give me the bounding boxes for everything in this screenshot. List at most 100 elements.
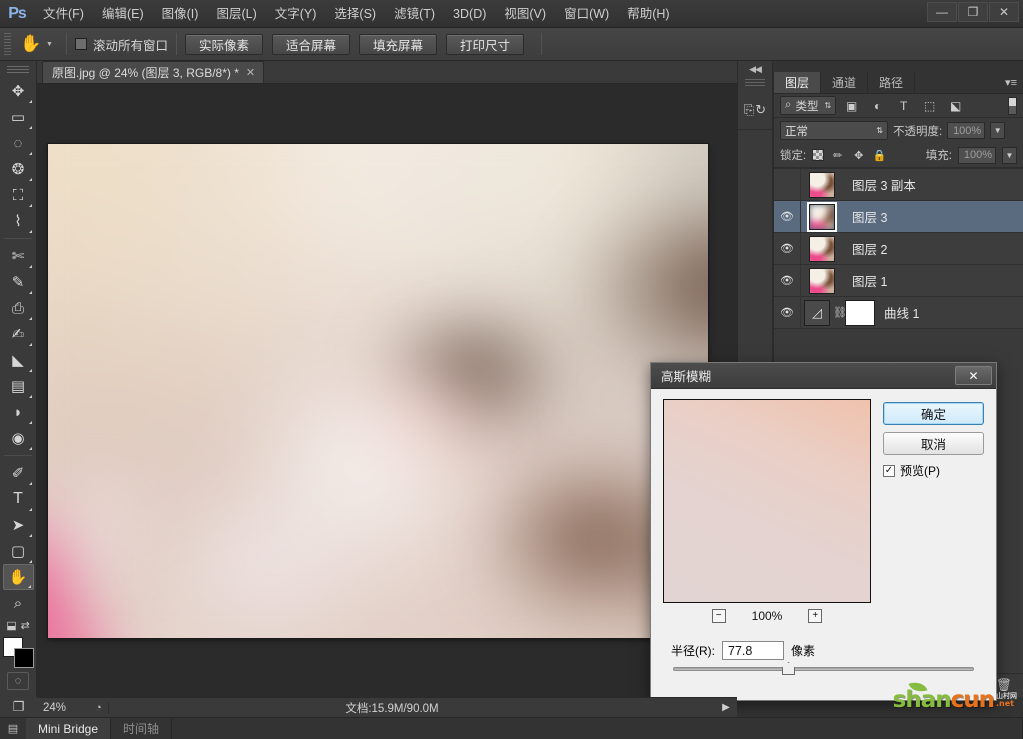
menu-3d[interactable]: 3D(D) bbox=[444, 2, 495, 26]
tool-preset-chevron-down-icon[interactable]: ▼ bbox=[46, 41, 53, 48]
screen-mode-icon[interactable]: ❐ bbox=[0, 697, 37, 717]
filter-pixel-icon[interactable]: ▣ bbox=[841, 96, 862, 115]
pen-tool[interactable]: ✐ bbox=[3, 460, 34, 486]
menu-select[interactable]: 选择(S) bbox=[325, 2, 385, 26]
menu-help[interactable]: 帮助(H) bbox=[618, 2, 678, 26]
layer-thumbnail[interactable] bbox=[809, 267, 835, 294]
eye-icon[interactable]: 👁 bbox=[780, 210, 794, 223]
menu-type[interactable]: 文字(Y) bbox=[266, 2, 326, 26]
print-size-button[interactable]: 打印尺寸 bbox=[446, 33, 525, 55]
dialog-title-bar[interactable]: 高斯模糊 ✕ bbox=[651, 363, 996, 389]
menu-view[interactable]: 视图(V) bbox=[495, 2, 555, 26]
dodge-tool[interactable]: ◉ bbox=[3, 425, 34, 451]
status-menu-icon[interactable]: ▶ bbox=[715, 702, 737, 713]
chevron-updown-icon[interactable]: ⇅ bbox=[876, 126, 883, 135]
radius-slider[interactable] bbox=[651, 660, 996, 675]
lock-all-icon[interactable]: 🔒 bbox=[872, 148, 887, 163]
layer-thumbnail[interactable] bbox=[807, 201, 837, 232]
preview-checkbox[interactable]: ✓ 预览(P) bbox=[883, 462, 984, 479]
brush-tool[interactable]: ✎ bbox=[3, 269, 34, 295]
layer-thumbnail[interactable] bbox=[809, 171, 835, 198]
zoom-level[interactable]: 24% bbox=[37, 702, 89, 714]
eyedropper-tool[interactable]: ⌇ bbox=[3, 208, 34, 234]
lock-image-icon[interactable]: ✏ bbox=[830, 148, 845, 163]
layer-name[interactable]: 图层 3 bbox=[843, 207, 1023, 226]
menu-layer[interactable]: 图层(L) bbox=[207, 2, 265, 26]
move-tool[interactable]: ✥ bbox=[3, 78, 34, 104]
filter-toggle-switch[interactable] bbox=[1008, 96, 1017, 115]
rectangle-tool[interactable]: ▢ bbox=[3, 538, 34, 564]
minimize-icon[interactable]: — bbox=[927, 2, 957, 22]
lock-position-icon[interactable]: ✥ bbox=[851, 148, 866, 163]
path-selection-tool[interactable]: ➤ bbox=[3, 512, 34, 538]
zoom-out-icon[interactable]: − bbox=[711, 609, 726, 623]
tab-channels[interactable]: 通道 bbox=[821, 72, 869, 93]
menu-image[interactable]: 图像(I) bbox=[153, 2, 208, 26]
menu-file[interactable]: 文件(F) bbox=[34, 2, 93, 26]
layer-name[interactable]: 曲线 1 bbox=[875, 303, 1023, 322]
hand-tool-icon[interactable]: ✋ bbox=[16, 31, 46, 57]
table-row[interactable]: 👁 ◿ ⛓ 曲线 1 bbox=[774, 297, 1023, 329]
panel-menu-icon[interactable]: ▾≡ bbox=[1005, 76, 1017, 89]
quick-mask-icon[interactable]: ◌ bbox=[7, 672, 29, 690]
eye-icon[interactable]: 👁 bbox=[780, 306, 794, 319]
mask-link-icon[interactable]: ⛓ bbox=[833, 306, 847, 319]
filter-adjustment-icon[interactable]: ◐ bbox=[867, 96, 888, 115]
filter-shape-icon[interactable]: ⬚ bbox=[919, 96, 940, 115]
gradient-tool[interactable]: ▤ bbox=[3, 373, 34, 399]
table-row[interactable]: 👁 图层 3 bbox=[774, 201, 1023, 233]
background-color-swatch[interactable] bbox=[14, 648, 34, 668]
table-row[interactable]: 👁 图层 1 bbox=[774, 265, 1023, 297]
zoom-in-icon[interactable]: + bbox=[808, 609, 823, 623]
close-icon[interactable]: ✕ bbox=[989, 2, 1019, 22]
default-colors-icon[interactable]: ⬓ bbox=[6, 619, 16, 632]
eye-icon[interactable]: 👁 bbox=[780, 274, 794, 287]
healing-brush-tool[interactable]: ✄ bbox=[3, 243, 34, 269]
layer-thumbnail[interactable] bbox=[809, 235, 835, 262]
layer-visibility-toggle[interactable]: 👁 bbox=[774, 201, 801, 232]
menu-filter[interactable]: 滤镜(T) bbox=[385, 2, 444, 26]
eraser-tool[interactable]: ◣ bbox=[3, 347, 34, 373]
scroll-all-windows-checkbox[interactable]: 滚动所有窗口 bbox=[74, 35, 168, 54]
eye-icon[interactable]: 👁 bbox=[780, 242, 794, 255]
ok-button[interactable]: 确定 bbox=[883, 402, 984, 425]
fit-screen-button[interactable]: 适合屏幕 bbox=[271, 33, 350, 55]
opacity-input[interactable]: 100% bbox=[947, 122, 986, 139]
tab-timeline[interactable]: 时间轴 bbox=[111, 718, 173, 739]
fill-input[interactable]: 100% bbox=[958, 146, 996, 164]
history-panel-icon[interactable]: ⎘ bbox=[744, 102, 754, 118]
type-tool[interactable]: T bbox=[3, 486, 34, 512]
menu-window[interactable]: 窗口(W) bbox=[555, 2, 618, 26]
restore-icon[interactable]: ❐ bbox=[958, 2, 988, 22]
close-tab-icon[interactable]: ✕ bbox=[246, 66, 255, 79]
expand-dock-icon[interactable]: ◀◀ bbox=[738, 61, 772, 77]
close-icon[interactable]: ✕ bbox=[955, 366, 992, 385]
swap-colors-icon[interactable]: ⇄ bbox=[21, 619, 30, 632]
hand-tool[interactable]: ✋ bbox=[2, 564, 34, 590]
layer-filter-kind-select[interactable]: ⌕ 类型 ⇅ bbox=[780, 96, 837, 115]
layer-visibility-toggle[interactable]: 👁 bbox=[774, 265, 801, 296]
zoom-tool[interactable]: ⌕ bbox=[3, 590, 34, 616]
actual-pixels-button[interactable]: 实际像素 bbox=[184, 33, 263, 55]
layer-name[interactable]: 图层 1 bbox=[843, 271, 1023, 290]
lock-transparency-icon[interactable] bbox=[812, 149, 825, 161]
document-tab[interactable]: 原图.jpg @ 24% (图层 3, RGB/8*) * ✕ bbox=[42, 61, 265, 83]
chevron-updown-icon[interactable]: ⇅ bbox=[824, 101, 831, 110]
tab-paths[interactable]: 路径 bbox=[868, 72, 916, 93]
blur-tool[interactable]: ◗ bbox=[3, 399, 34, 425]
tools-panel-grip[interactable] bbox=[7, 66, 29, 74]
fill-chevron-down-icon[interactable]: ▼ bbox=[1002, 146, 1017, 164]
history-brush-tool[interactable]: ✍ bbox=[3, 321, 34, 347]
checkbox-box[interactable] bbox=[74, 38, 87, 50]
clone-stamp-tool[interactable]: ⎙ bbox=[3, 295, 34, 321]
slider-track[interactable] bbox=[673, 667, 974, 671]
layer-visibility-toggle[interactable]: 👁 bbox=[774, 233, 801, 264]
panel-collapse-icon[interactable]: ▤ bbox=[0, 718, 26, 739]
menu-edit[interactable]: 编辑(E) bbox=[93, 2, 153, 26]
radius-input[interactable]: 77.8 bbox=[722, 641, 784, 660]
layer-name[interactable]: 图层 2 bbox=[843, 239, 1023, 258]
layer-mask-thumbnail[interactable] bbox=[845, 299, 875, 326]
table-row[interactable]: 图层 3 副本 bbox=[774, 169, 1023, 201]
canvas-area[interactable] bbox=[37, 84, 737, 697]
dock-grip[interactable] bbox=[745, 79, 765, 86]
